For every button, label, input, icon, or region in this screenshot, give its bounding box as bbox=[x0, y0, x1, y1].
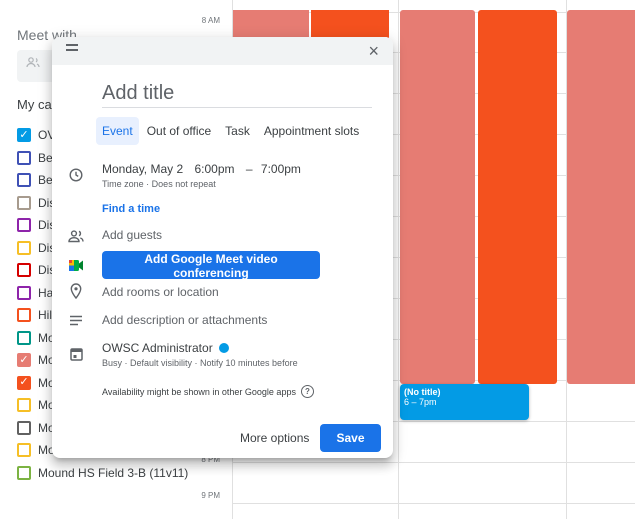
calendar-checkbox[interactable] bbox=[17, 285, 31, 300]
calendar-list-item[interactable]: Ha bbox=[17, 284, 53, 302]
calendar-list-item[interactable]: Mound HS Field 3-B (11v11) bbox=[17, 464, 188, 482]
find-a-time-link[interactable]: Find a time bbox=[102, 203, 160, 215]
google-meet-icon bbox=[67, 256, 85, 274]
event-time: 6 – 7pm bbox=[404, 397, 437, 407]
people-icon bbox=[26, 56, 40, 72]
calendar-checkbox[interactable] bbox=[17, 240, 31, 255]
calendar-checkbox[interactable] bbox=[17, 465, 31, 480]
title-input[interactable] bbox=[102, 79, 372, 108]
end-time-button[interactable]: 7:00pm bbox=[261, 162, 301, 176]
calendar-owner-selector[interactable]: OWSC Administrator bbox=[102, 341, 229, 355]
calendar-label: Be bbox=[38, 173, 53, 187]
calendar-checkbox[interactable]: ✓ bbox=[17, 353, 31, 367]
tab-appointment-slots[interactable]: Appointment slots bbox=[258, 117, 365, 145]
date-button[interactable]: Monday, May 2 bbox=[102, 162, 183, 176]
calendar-checkbox[interactable] bbox=[17, 330, 31, 345]
owner-name: OWSC Administrator bbox=[102, 341, 213, 355]
tab-out-of-office[interactable]: Out of office bbox=[141, 117, 217, 145]
calendar-checkbox[interactable] bbox=[17, 150, 31, 165]
calendar-list-item[interactable]: Hil bbox=[17, 306, 52, 324]
my-calendars-heading: My cal bbox=[17, 97, 55, 112]
calendar-list-item[interactable]: Dis bbox=[17, 194, 55, 212]
add-description-field[interactable]: Add description or attachments bbox=[102, 313, 267, 327]
event-type-tabs: Event Out of office Task Appointment slo… bbox=[96, 117, 367, 145]
calendar-list-item[interactable]: Be bbox=[17, 149, 53, 167]
drag-handle-icon[interactable] bbox=[66, 41, 78, 54]
event-block[interactable] bbox=[567, 10, 635, 384]
save-button[interactable]: Save bbox=[320, 424, 381, 452]
availability-text: Availability might be shown in other Goo… bbox=[102, 386, 296, 397]
time-label-9pm: 9 PM bbox=[201, 491, 220, 500]
calendar-color-dot bbox=[218, 343, 229, 353]
calendar-checkbox[interactable]: ✓ bbox=[17, 375, 31, 390]
event-block[interactable] bbox=[400, 10, 475, 384]
calendar-list-item[interactable]: Mo bbox=[17, 329, 55, 347]
availability-note: Availability might be shown in other Goo… bbox=[102, 385, 314, 398]
calendar-checkbox[interactable] bbox=[17, 218, 31, 232]
calendar-checkbox[interactable] bbox=[17, 420, 31, 435]
add-guests-field[interactable]: Add guests bbox=[102, 228, 162, 242]
calendar-list-item[interactable]: ✓ Mo bbox=[17, 351, 55, 369]
calendar-label: Mound HS Field 3-B (11v11) bbox=[38, 465, 189, 480]
add-google-meet-button[interactable]: Add Google Meet video conferencing bbox=[102, 251, 320, 280]
event-block[interactable] bbox=[233, 10, 309, 40]
calendar-checkbox[interactable] bbox=[17, 195, 31, 210]
calendar-checkbox[interactable] bbox=[17, 443, 31, 457]
timezone-repeat-text[interactable]: Time zone · Does not repeat bbox=[102, 179, 216, 189]
time-dash: – bbox=[245, 162, 253, 176]
date-time-row: Monday, May 2 6:00pm – 7:00pm bbox=[102, 162, 304, 176]
calendar-checkbox[interactable] bbox=[17, 308, 31, 322]
description-icon bbox=[67, 311, 85, 329]
calendar-list-item[interactable]: Mo bbox=[17, 396, 55, 414]
event-block[interactable] bbox=[478, 10, 557, 384]
calendar-checkbox[interactable] bbox=[17, 173, 31, 187]
calendar-list-item[interactable]: ✓ Mo bbox=[17, 374, 55, 392]
calendar-list-item[interactable]: ✓ OV bbox=[17, 126, 55, 144]
more-options-button[interactable]: More options bbox=[236, 425, 313, 451]
event-title: (No title) bbox=[404, 387, 441, 397]
clock-icon bbox=[67, 166, 85, 184]
calendar-checkbox[interactable] bbox=[17, 263, 31, 277]
help-icon[interactable]: ? bbox=[300, 385, 314, 398]
event-block[interactable] bbox=[311, 10, 389, 40]
tab-task[interactable]: Task bbox=[219, 117, 256, 145]
calendar-label: Be bbox=[38, 150, 53, 165]
tab-event[interactable]: Event bbox=[96, 117, 139, 145]
calendar-checkbox[interactable]: ✓ bbox=[17, 128, 31, 142]
location-pin-icon bbox=[67, 282, 85, 300]
close-icon[interactable]: × bbox=[368, 42, 379, 60]
owner-details-text[interactable]: Busy · Default visibility · Notify 10 mi… bbox=[102, 358, 298, 368]
calendar-list-item[interactable]: Dis bbox=[17, 216, 55, 234]
calendar-list-item[interactable]: Be bbox=[17, 171, 53, 189]
calendar-list-item[interactable]: Mo bbox=[17, 419, 55, 437]
guests-icon bbox=[67, 227, 85, 245]
calendar-icon bbox=[67, 345, 85, 363]
event-quick-create-dialog: × Event Out of office Task Appointment s… bbox=[52, 37, 393, 458]
calendar-checkbox[interactable] bbox=[17, 398, 31, 412]
calendar-list-item[interactable]: Dis bbox=[17, 239, 55, 257]
new-event-chip[interactable]: (No title) 6 – 7pm bbox=[400, 384, 529, 420]
calendar-label: Hil bbox=[38, 308, 52, 322]
start-time-button[interactable]: 6:00pm bbox=[195, 162, 235, 176]
dialog-drag-bar[interactable]: × bbox=[52, 37, 393, 65]
time-label-8am: 8 AM bbox=[201, 16, 220, 25]
calendar-list-item[interactable]: Dis bbox=[17, 261, 55, 279]
add-location-field[interactable]: Add rooms or location bbox=[102, 285, 219, 299]
